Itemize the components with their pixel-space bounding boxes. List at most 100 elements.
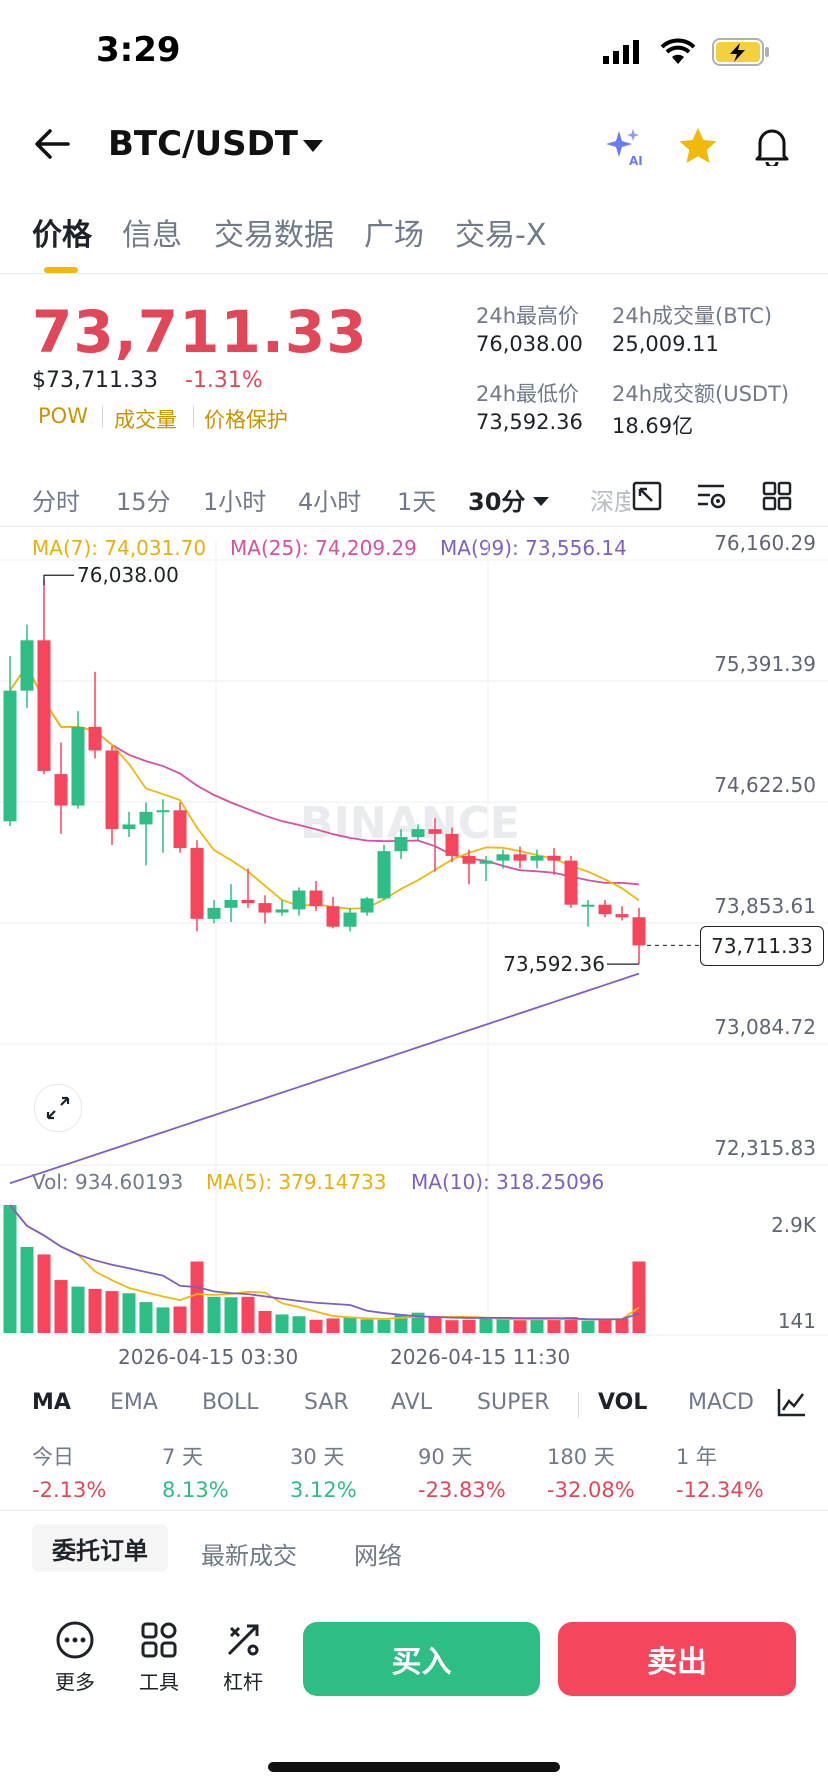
leverage-icon [227,1624,259,1656]
candle-body [513,854,527,861]
candle-body [428,829,442,834]
volume-bar [20,1246,34,1333]
volume-bar [190,1261,204,1333]
indicator-ema[interactable]: EMA [110,1390,158,1415]
perf-value: -32.08% [547,1478,635,1502]
vol-ma5-legend: MA(5): 379.14733 [206,1170,387,1194]
volume-bar [547,1319,561,1333]
high-marker-line [43,574,74,586]
volume-bar [207,1296,221,1333]
more-button[interactable]: 更多 [40,1620,110,1695]
volume-bar [258,1310,272,1333]
indicator-sar[interactable]: SAR [304,1390,349,1415]
volume-bar [275,1314,289,1333]
candle-body [581,904,595,907]
vol-tick: 141 [778,1309,816,1333]
sell-button[interactable]: 卖出 [558,1622,796,1696]
y-tick: 73,084.72 [714,1015,816,1039]
volume-bar [479,1318,493,1333]
volume-bar [309,1319,323,1333]
indicator-vol[interactable]: VOL [598,1390,647,1415]
indicator-settings-icon[interactable] [776,1386,808,1422]
volume-bar [343,1317,357,1333]
leverage-label: 杠杆 [223,1670,263,1694]
indicator-super[interactable]: SUPER [477,1390,550,1415]
perf-label: 30 天 [290,1445,345,1469]
candle-body [105,750,119,830]
y-tick: 73,853.61 [714,894,816,918]
volume-bar [37,1254,51,1333]
high-marker-label: 76,038.00 [77,563,179,587]
indicator-avl[interactable]: AVL [391,1390,432,1415]
candle-body [462,855,476,864]
perf-label: 7 天 [162,1445,204,1469]
candle-body [54,774,68,806]
volume-bar [632,1261,646,1333]
candle-body [20,640,34,691]
perf-label: 1 年 [676,1445,718,1469]
vol-legend: Vol: 934.60193 [32,1170,184,1194]
candle-body [377,851,391,899]
perf-label: 今日 [32,1445,74,1469]
candle-body [343,912,357,927]
candle-body [207,907,221,919]
expand-chart-button[interactable] [34,1084,82,1132]
indicator-macd[interactable]: MACD [688,1390,758,1415]
indicator-boll[interactable]: BOLL [202,1390,259,1415]
candlestick-chart[interactable]: BINANCE76,160.2975,391.3974,622.5073,853… [0,0,828,1340]
perf-value: -23.83% [418,1478,506,1502]
volume-bar [105,1291,119,1333]
candle-body [37,640,51,771]
candle-body [275,909,289,913]
tab-latest-trades[interactable]: 最新成交 [201,1536,297,1571]
perf-value: -2.13% [32,1478,107,1502]
volume-bar [615,1318,629,1333]
volume-bar [428,1317,442,1333]
volume-bar [598,1319,612,1333]
tab-open-orders[interactable]: 委托订单 [32,1524,168,1572]
y-tick: 75,391.39 [714,652,816,676]
leverage-button[interactable]: 杠杆 [208,1620,278,1695]
tools-label: 工具 [139,1670,179,1694]
candle-body [122,824,136,830]
x-tick: 2026-04-15 11:30 [390,1345,571,1369]
candle-body [224,899,238,908]
volume-bar [326,1318,340,1333]
perf-value: 8.13% [162,1478,229,1502]
candle-body [292,890,306,910]
candle-body [445,833,459,856]
tab-network[interactable]: 网络 [354,1536,402,1571]
candle-body [564,860,578,905]
current-price-tag: 73,711.33 [700,926,824,967]
candle-body [241,899,255,904]
indicator-ma[interactable]: MA [32,1390,71,1415]
expand-icon [46,1096,70,1120]
ma99-line [9,972,640,1185]
tools-button[interactable]: 工具 [124,1620,194,1695]
candle-body [496,854,510,861]
perf-value: 3.12% [290,1478,357,1502]
candle-body [326,906,340,927]
candle-body [71,726,85,806]
y-tick: 74,622.50 [714,773,816,797]
candle-body [156,810,170,813]
volume-bar [360,1319,374,1333]
candle-body [88,726,102,751]
candle-body [360,898,374,913]
candle-body [309,890,323,907]
volume-bar [513,1320,527,1333]
ma25-line [9,663,640,886]
tools-icon [141,1622,177,1658]
y-tick: 76,160.29 [714,531,816,555]
volume-bar [122,1293,136,1333]
candle-body [632,917,646,946]
perf-label: 90 天 [418,1445,473,1469]
volume-bar [496,1318,510,1333]
vol-tick: 2.9K [771,1213,817,1237]
volume-bar [530,1319,544,1333]
buy-button[interactable]: 买入 [303,1622,540,1696]
vol-ma10-legend: MA(10): 318.25096 [411,1170,605,1194]
volume-bar [71,1286,85,1333]
volume-bar [54,1280,68,1333]
x-tick: 2026-04-15 03:30 [118,1345,299,1369]
